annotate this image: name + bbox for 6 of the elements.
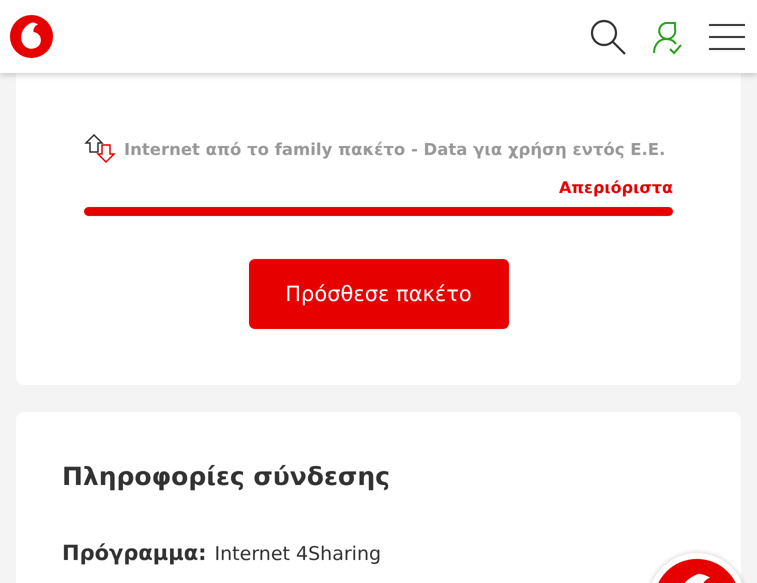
field-value: Internet 4Sharing bbox=[214, 543, 382, 565]
field-label: Πρόγραμμα: bbox=[62, 541, 207, 565]
remaining-amount: Απεριόριστα bbox=[559, 178, 673, 197]
usage-label: Internet από το family πακέτο - Data για χρήση εντός Ε.Ε. bbox=[124, 140, 666, 158]
section-title: Πληροφορίες σύνδεσης bbox=[62, 462, 391, 491]
add-package-button[interactable]: Πρόσθεσε πακέτο bbox=[248, 259, 508, 329]
